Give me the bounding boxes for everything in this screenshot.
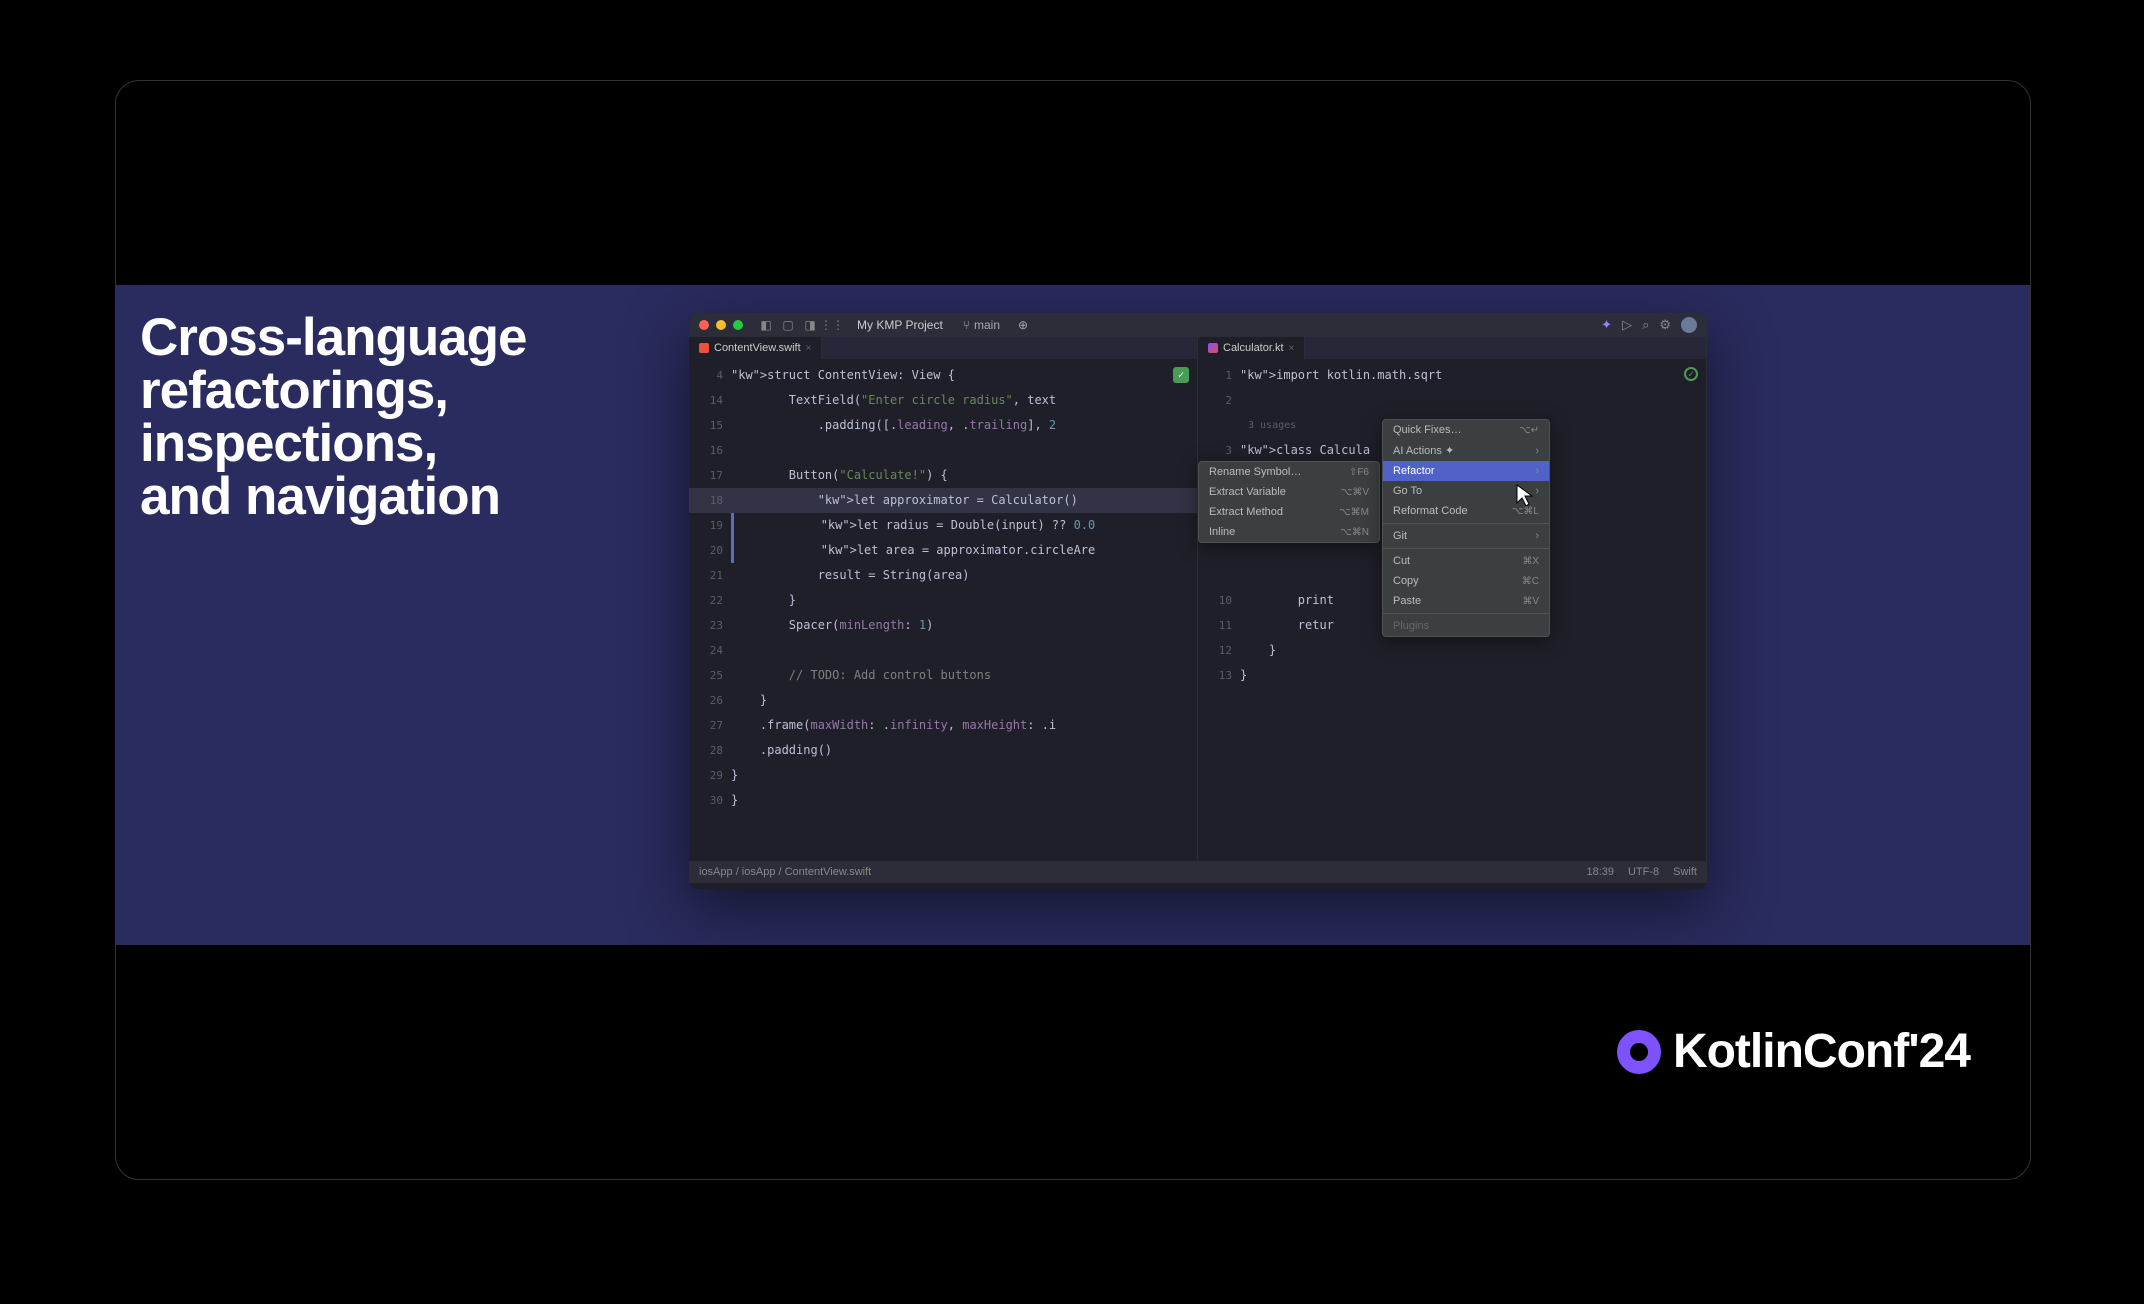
menu-item-paste[interactable]: Paste⌘V	[1383, 591, 1549, 611]
maximize-icon[interactable]	[733, 320, 743, 330]
code-line[interactable]: 16	[689, 438, 1197, 463]
cursor-pointer-icon	[1515, 483, 1535, 513]
tab-bar-left: ContentView.swift ×	[689, 337, 1197, 359]
code-line[interactable]: 22 }	[689, 588, 1197, 613]
breadcrumb[interactable]: iosApp / iosApp / ContentView.swift	[699, 866, 871, 878]
code-editor-swift[interactable]: ✓ 4"kw">struct ContentView: View {14 Tex…	[689, 359, 1197, 813]
code-line[interactable]: 17 Button("Calculate!") {	[689, 463, 1197, 488]
minimize-icon[interactable]	[716, 320, 726, 330]
tab-bar-right: Calculator.kt ×	[1198, 337, 1706, 359]
headline-line-2: refactorings,	[140, 364, 527, 417]
search-icon[interactable]: ⌕	[1642, 317, 1649, 333]
code-line[interactable]: 19 "kw">let radius = Double(input) ?? 0.…	[689, 513, 1197, 538]
code-line[interactable]: 30}	[689, 788, 1197, 813]
code-line[interactable]: 24	[689, 638, 1197, 663]
project-name[interactable]: My KMP Project	[857, 318, 943, 332]
kotlinconf-logo-icon	[1617, 1030, 1661, 1074]
code-line[interactable]: 21 result = String(area)	[689, 563, 1197, 588]
menu-item-git[interactable]: Git›	[1383, 526, 1549, 546]
menu-item-rename-symbol-[interactable]: Rename Symbol…⇧F6	[1199, 462, 1379, 482]
code-line[interactable]: 14 TextField("Enter circle radius", text	[689, 388, 1197, 413]
code-line[interactable]: 29}	[689, 763, 1197, 788]
ai-icon[interactable]: ✦	[1601, 317, 1612, 333]
sidebar-left-icon[interactable]: ◧	[759, 318, 773, 332]
headline-line-1: Cross-language	[140, 311, 527, 364]
headline: Cross-language refactorings, inspections…	[140, 311, 527, 523]
code-line[interactable]: 18 "kw">let approximator = Calculator()	[689, 488, 1197, 513]
file-language[interactable]: Swift	[1673, 866, 1697, 878]
analysis-ok-icon[interactable]: ✓	[1684, 367, 1698, 381]
analysis-ok-icon[interactable]: ✓	[1173, 367, 1189, 383]
sidebar-right-icon[interactable]: ◨	[803, 318, 817, 332]
settings-icon[interactable]: ⚙	[1659, 317, 1671, 333]
titlebar: ◧ ▢ ◨ ⋮⋮ My KMP Project ⑂ main ⊕ ✦ ▷ ⌕ ⚙	[689, 313, 1707, 337]
editor-split: ContentView.swift × ✓ 4"kw">struct Conte…	[689, 337, 1707, 861]
cursor-position[interactable]: 18:39	[1586, 866, 1614, 878]
code-line[interactable]: 2	[1198, 388, 1706, 413]
menu-item-plugins: Plugins	[1383, 616, 1549, 636]
sidebar-bottom-icon[interactable]: ▢	[781, 318, 795, 332]
headline-line-4: and navigation	[140, 470, 527, 523]
headline-line-3: inspections,	[140, 417, 527, 470]
vcs-branch[interactable]: ⑂ main	[963, 318, 1000, 332]
titlebar-tool-icons: ◧ ▢ ◨ ⋮⋮	[759, 318, 839, 332]
brand-text: KotlinConf'24	[1673, 1024, 1970, 1079]
kotlin-file-icon	[1208, 343, 1218, 353]
run-icon[interactable]: ▷	[1622, 317, 1632, 333]
tab-calculator[interactable]: Calculator.kt ×	[1198, 337, 1305, 359]
code-line[interactable]: 12 }	[1198, 638, 1706, 663]
refactor-submenu: Rename Symbol…⇧F6Extract Variable⌥⌘VExtr…	[1198, 461, 1380, 543]
titlebar-right: ✦ ▷ ⌕ ⚙	[1601, 317, 1697, 333]
ide-window: ◧ ▢ ◨ ⋮⋮ My KMP Project ⑂ main ⊕ ✦ ▷ ⌕ ⚙	[689, 313, 1707, 889]
window-controls[interactable]	[699, 320, 743, 330]
close-icon[interactable]	[699, 320, 709, 330]
tab-contentview[interactable]: ContentView.swift ×	[689, 337, 822, 359]
code-line[interactable]: 13}	[1198, 663, 1706, 688]
add-user-icon[interactable]: ⊕	[1016, 318, 1030, 332]
code-line[interactable]: 23 Spacer(minLength: 1)	[689, 613, 1197, 638]
menu-item-quick-fixes-[interactable]: Quick Fixes…⌥↵	[1383, 420, 1549, 440]
menu-item-cut[interactable]: Cut⌘X	[1383, 551, 1549, 571]
code-line[interactable]: 20 "kw">let area = approximator.circleAr…	[689, 538, 1197, 563]
code-line[interactable]: 25 // TODO: Add control buttons	[689, 663, 1197, 688]
context-menu: Quick Fixes…⌥↵AI Actions ✦›Refactor›Go T…	[1382, 419, 1550, 637]
code-line[interactable]: 28 .padding()	[689, 738, 1197, 763]
avatar-icon[interactable]	[1681, 317, 1697, 333]
conference-brand: KotlinConf'24	[1617, 1024, 1970, 1079]
code-line[interactable]: 1"kw">import kotlin.math.sqrt	[1198, 363, 1706, 388]
code-line[interactable]: 27 .frame(maxWidth: .infinity, maxHeight…	[689, 713, 1197, 738]
menu-item-extract-method[interactable]: Extract Method⌥⌘M	[1199, 502, 1379, 522]
swift-file-icon	[699, 343, 709, 353]
editor-pane-left: ContentView.swift × ✓ 4"kw">struct Conte…	[689, 337, 1198, 861]
file-encoding[interactable]: UTF-8	[1628, 866, 1659, 878]
grid-icon[interactable]: ⋮⋮	[825, 318, 839, 332]
menu-item-extract-variable[interactable]: Extract Variable⌥⌘V	[1199, 482, 1379, 502]
menu-item-inline[interactable]: Inline⌥⌘N	[1199, 522, 1379, 542]
menu-item-copy[interactable]: Copy⌘C	[1383, 571, 1549, 591]
slide-frame: Cross-language refactorings, inspections…	[115, 80, 2031, 1180]
code-line[interactable]: 15 .padding([.leading, .trailing], 2	[689, 413, 1197, 438]
close-tab-icon[interactable]: ×	[806, 343, 812, 354]
menu-item-refactor[interactable]: Refactor›	[1383, 461, 1549, 481]
code-line[interactable]: 4"kw">struct ContentView: View {	[689, 363, 1197, 388]
code-line[interactable]: 26 }	[689, 688, 1197, 713]
close-tab-icon[interactable]: ×	[1289, 343, 1295, 354]
branch-icon: ⑂	[963, 318, 970, 332]
menu-item-ai-actions-[interactable]: AI Actions ✦›	[1383, 440, 1549, 461]
status-bar: iosApp / iosApp / ContentView.swift 18:3…	[689, 861, 1707, 883]
